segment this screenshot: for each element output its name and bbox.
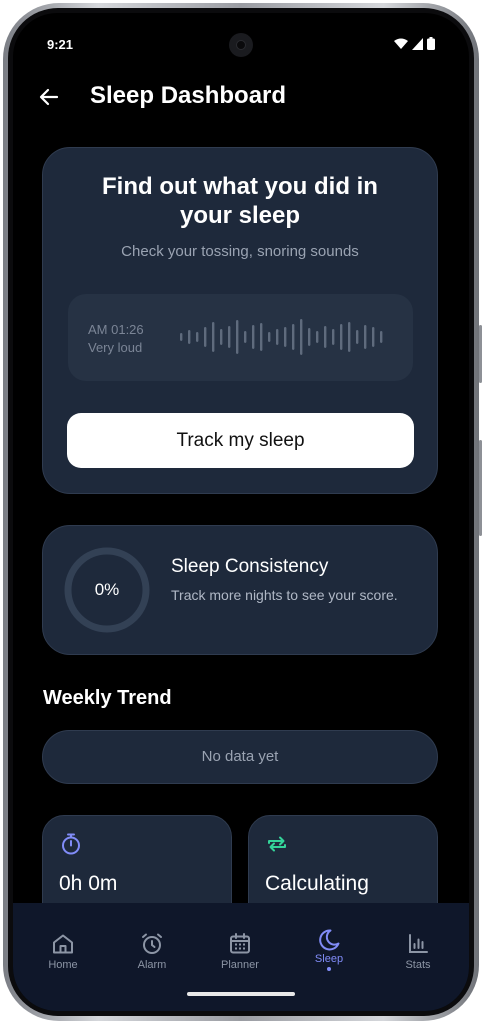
consistency-description: Track more nights to see your score. — [171, 587, 398, 603]
wifi-icon — [394, 38, 408, 49]
moon-icon — [319, 929, 340, 951]
weekly-trend-title: Weekly Trend — [43, 687, 172, 709]
repeat-icon — [268, 836, 286, 852]
nav-label-stats: Stats — [405, 959, 431, 971]
calendar-icon — [230, 933, 250, 954]
waveform-bar — [316, 331, 319, 343]
alarm-clock-icon — [142, 933, 162, 954]
weekly-trend-empty: No data yet — [42, 730, 438, 784]
waveform-bar — [356, 330, 359, 344]
sound-sample-time: AM 01:26 — [88, 322, 144, 337]
back-arrow-icon[interactable] — [37, 85, 61, 109]
consistency-title: Sleep Consistency — [171, 556, 329, 577]
waveform-bar — [236, 320, 239, 354]
waveform-bar — [228, 326, 231, 348]
sound-sample-level: Very loud — [88, 340, 143, 355]
waveform-bar — [300, 319, 303, 355]
waveform-bar — [244, 331, 247, 343]
battery-icon — [427, 37, 435, 50]
sound-waveform — [180, 319, 383, 355]
nav-label-sleep: Sleep — [314, 953, 344, 965]
waveform-bar — [188, 330, 191, 344]
nav-item-alarm[interactable]: Alarm — [116, 931, 188, 971]
gesture-home-indicator[interactable] — [187, 992, 295, 996]
waveform-bar — [284, 327, 287, 347]
nav-label-home: Home — [48, 959, 78, 971]
nav-item-sleep[interactable]: Sleep — [293, 927, 365, 971]
hero-title: Find out what you did in your sleep — [102, 173, 378, 229]
volume-button — [479, 325, 482, 383]
status-bar: 9:21 — [13, 13, 469, 69]
nav-label-alarm: Alarm — [137, 959, 167, 971]
waveform-bar — [220, 329, 223, 345]
weekly-trend-empty-text: No data yet — [201, 748, 279, 765]
waveform-bar — [276, 329, 279, 345]
waveform-bar — [380, 331, 383, 343]
nav-item-stats[interactable]: Stats — [382, 931, 454, 971]
stopwatch-icon — [62, 833, 80, 855]
app-bar: Sleep Dashboard — [13, 77, 469, 117]
signal-icon — [412, 37, 423, 50]
waveform-bar — [252, 325, 255, 349]
power-button — [479, 440, 482, 536]
phone-device: 9:21 Sleep Dashboard Find out what you d… — [0, 0, 484, 1024]
status-icons — [394, 37, 435, 50]
stat-duration-value: 0h 0m — [59, 872, 118, 895]
stat-consistency-value: Calculating — [265, 872, 369, 895]
waveform-bar — [364, 325, 367, 349]
waveform-bar — [372, 327, 375, 347]
waveform-bar — [204, 327, 207, 347]
hero-subtitle: Check your tossing, snoring sounds — [121, 243, 359, 260]
home-icon — [53, 934, 73, 954]
consistency-percent: 0% — [94, 580, 120, 599]
waveform-bar — [212, 322, 215, 352]
sleep-consistency-card: 0% Sleep Consistency Track more nights t… — [42, 525, 438, 655]
nav-item-planner[interactable]: Planner — [204, 931, 276, 971]
waveform-bar — [180, 333, 183, 341]
sound-sample: AM 01:26 Very loud — [68, 294, 413, 381]
page-title: Sleep Dashboard — [90, 82, 287, 109]
waveform-bar — [292, 324, 295, 350]
status-time: 9:21 — [47, 37, 74, 52]
waveform-bar — [324, 326, 327, 348]
waveform-bar — [268, 332, 271, 342]
front-camera — [229, 33, 253, 57]
sleep-tracking-card: Find out what you did in your sleep Chec… — [42, 147, 438, 494]
screen: 9:21 Sleep Dashboard Find out what you d… — [13, 13, 469, 1011]
bar-chart-icon — [409, 934, 428, 953]
waveform-bar — [332, 329, 335, 345]
waveform-bar — [260, 323, 263, 351]
waveform-bar — [196, 332, 199, 342]
waveform-bar — [308, 328, 311, 346]
track-sleep-button[interactable]: Track my sleep — [67, 413, 414, 468]
nav-item-home[interactable]: Home — [27, 931, 99, 971]
active-indicator-dot — [327, 967, 331, 971]
waveform-bar — [348, 322, 351, 352]
nav-label-planner: Planner — [221, 959, 259, 971]
waveform-bar — [340, 324, 343, 350]
